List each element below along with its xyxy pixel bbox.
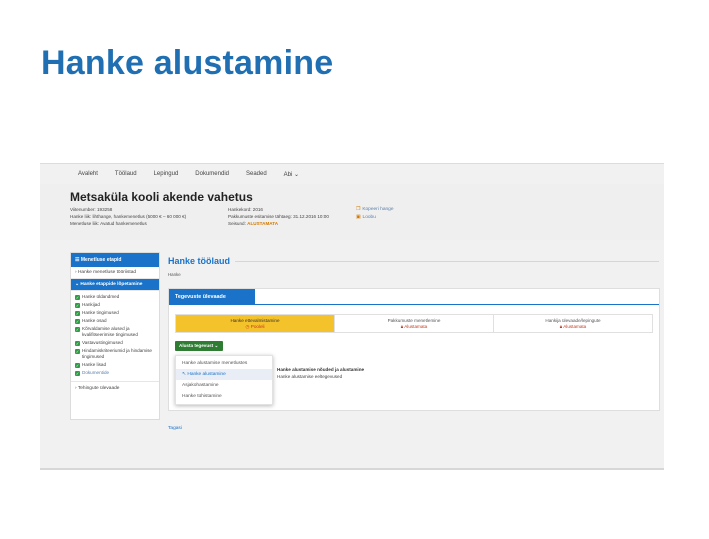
meta-reference-number: Viitenumber: 193258: [70, 207, 113, 212]
stage-progress: Hanke ettevalmistamine ◷ Pooleli Pakkumu…: [175, 314, 653, 333]
checklist: ✓ Hanke üldandmed ✓ Hankijad ✓ Hanke tingim…: [71, 291, 159, 377]
stage-bid-processing[interactable]: Pakkumuste menetlemine 🔒︎ Alustamata: [335, 315, 494, 332]
menu-item[interactable]: Hanke tühistamine: [176, 391, 272, 402]
start-activity-button[interactable]: Alusta tegevust ⌄: [175, 341, 223, 351]
check-icon: ✓: [75, 326, 80, 332]
meta-status: Seisund: ALUSTAMATA: [228, 221, 279, 226]
procurement-meta-left: Viitenumber: 193258 Hanke liik: lihthang…: [70, 206, 230, 227]
list-item[interactable]: ✓ Hankijad: [71, 301, 159, 309]
list-item[interactable]: ✓ Hanke lisad: [71, 361, 159, 369]
procurement-meta-mid: Hankekord: 2016 Pakkumuste esitamise täh…: [228, 206, 348, 227]
delete-icon: ▣: [356, 215, 361, 220]
check-icon: ✓: [75, 340, 80, 346]
breadcrumb[interactable]: Hanke: [168, 272, 181, 277]
check-icon: ✓: [75, 318, 80, 324]
back-link[interactable]: Tagasi: [168, 426, 182, 431]
nav-item-contracts[interactable]: Lepingud: [154, 171, 179, 177]
menu-item[interactable]: Hanke alustamise menetlustes: [176, 358, 272, 369]
slide-title: Hanke alustamine: [41, 44, 334, 82]
copy-icon: ❐: [356, 207, 361, 212]
check-icon: ✓: [75, 362, 80, 368]
status-badge: ALUSTAMATA: [247, 221, 279, 226]
list-item[interactable]: ✓ Hanke üldandmed: [71, 293, 159, 301]
divider: [169, 304, 659, 305]
stage-contracts[interactable]: Hankija ülevaade/lepingute 🔒︎ Alustamata: [494, 315, 652, 332]
nav-item-dashboard[interactable]: Töölaud: [115, 171, 137, 177]
page-title: Hanke töölaud: [168, 256, 231, 266]
board-panel: Tegevuste ülevaade Hanke ettevalmistamin…: [168, 288, 660, 411]
chevron-down-icon: ⌄: [214, 343, 219, 348]
divider: [40, 468, 664, 470]
nav-item-help[interactable]: Abi ⌄: [284, 171, 299, 178]
meta-deadline: Pakkumuste esitamise tähtaeg: 31.12.2016…: [228, 214, 329, 219]
procurement-header: Metsaküla kooli akende vahetus Viitenumb…: [40, 184, 664, 240]
menu-item[interactable]: ↖ Hanke alustamine: [176, 369, 272, 380]
stage-preparation[interactable]: Hanke ettevalmistamine ◷ Pooleli: [176, 315, 335, 332]
list-item[interactable]: ✓ Hanke osad: [71, 317, 159, 325]
list-item[interactable]: ✓ Kõrvaldamise alused ja kvalifitseerimis…: [71, 325, 159, 339]
cancel-procurement-link[interactable]: ▣ Loobu: [356, 214, 394, 222]
chevron-down-icon: ⌄: [294, 171, 300, 178]
nav-item-home[interactable]: Avaleht: [78, 171, 98, 177]
meta-order: Hankekord: 2016: [228, 207, 263, 212]
procurement-title: Metsaküla kooli akende vahetus: [70, 190, 253, 204]
sidebar-item-tools[interactable]: › Hanke menetluse tööriistad: [71, 267, 159, 279]
activity-description: Hanke alustamise nõuded ja alustamine Ha…: [277, 367, 365, 379]
meta-procedure-type: Menetluse liik: Avatud hankemenetlus: [70, 221, 147, 226]
list-item[interactable]: ✓ Hanke tingimused: [71, 309, 159, 317]
procurement-actions: ❐ Kopeeri hange ▣ Loobu: [356, 206, 394, 222]
divider: [235, 261, 659, 262]
nav-item-settings[interactable]: Seaded: [246, 171, 267, 177]
menu-item[interactable]: Asjakohastamine: [176, 380, 272, 391]
list-item[interactable]: ✓ Dokumentide: [71, 369, 159, 377]
left-panel-header: ☰ Menetluse etapid: [71, 253, 159, 267]
screenshot-frame: Avaleht Töölaud Lepingud Dokumendid Sead…: [40, 163, 664, 470]
check-icon: ✓: [75, 310, 80, 316]
sidebar-item-transactions[interactable]: › Tehingute ülevaade: [71, 381, 159, 395]
activity-dropdown-menu: Hanke alustamise menetlustes ↖ Hanke alu…: [175, 355, 273, 405]
list-item[interactable]: ✓ Vastavustingimused: [71, 339, 159, 347]
nav-item-documents[interactable]: Dokumendid: [195, 171, 229, 177]
check-icon: ✓: [75, 294, 80, 300]
check-icon: ✓: [75, 370, 80, 376]
left-panel: ☰ Menetluse etapid › Hanke menetluse töö…: [70, 252, 160, 420]
check-icon: ✓: [75, 302, 80, 308]
tab-activity-overview[interactable]: Tegevuste ülevaade: [169, 289, 255, 304]
meta-procurement-type: Hanke liik: lihthange, hankemenetlus (50…: [70, 214, 187, 219]
check-icon: ✓: [75, 348, 80, 354]
sidebar-item-stages[interactable]: ⌄ Hanke etappide lõpetamine: [71, 279, 159, 291]
list-item[interactable]: ✓ Hindamiskriteeriumid ja hindamise tingi…: [71, 347, 159, 361]
copy-procurement-link[interactable]: ❐ Kopeeri hange: [356, 206, 394, 214]
top-navigation: Avaleht Töölaud Lepingud Dokumendid Sead…: [40, 164, 664, 184]
